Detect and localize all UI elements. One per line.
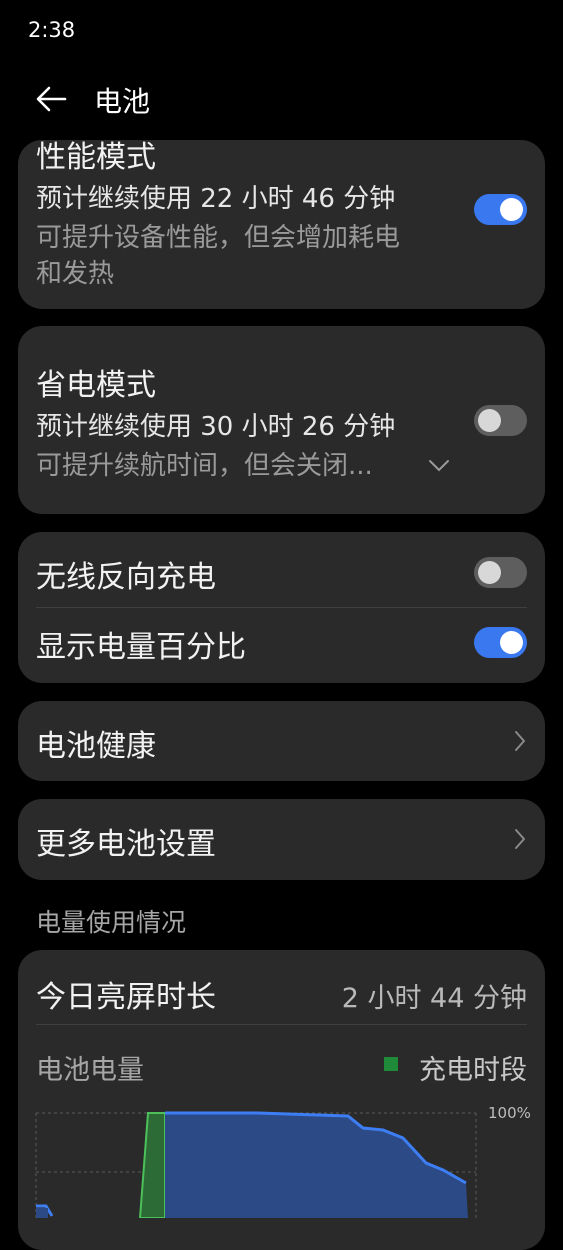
chevron-right-icon (515, 829, 525, 849)
performance-mode-card[interactable]: 性能模式 预计继续使用 22 小时 46 分钟 可提升设备性能，但会增加耗电 和… (18, 140, 545, 309)
header: 电池 (0, 72, 563, 128)
show-battery-percentage-toggle[interactable] (474, 627, 527, 658)
performance-mode-estimate: 预计继续使用 22 小时 46 分钟 (36, 184, 396, 214)
battery-level-area (165, 1113, 468, 1218)
power-saving-mode-card[interactable]: 省电模式 预计继续使用 30 小时 26 分钟 可提升续航时间，但会关闭... (18, 326, 545, 514)
toggle-list-card: 无线反向充电 显示电量百分比 (18, 532, 545, 683)
charging-legend-label: 充电时段 (419, 1055, 527, 1086)
divider (36, 1024, 527, 1025)
battery-health-item[interactable]: 电池健康 (18, 701, 545, 781)
performance-mode-description-1: 可提升设备性能，但会增加耗电 (36, 223, 401, 253)
back-arrow-icon[interactable] (34, 84, 68, 114)
performance-mode-description-2: 和发热 (36, 259, 115, 289)
power-saving-mode-title: 省电模式 (36, 368, 156, 403)
power-saving-mode-estimate: 预计继续使用 30 小时 26 分钟 (36, 412, 396, 442)
usage-card: 今日亮屏时长 2 小时 44 分钟 电池电量 充电时段 100% (18, 950, 545, 1250)
battery-level-chart (35, 1111, 477, 1218)
screen-on-time-label: 今日亮屏时长 (36, 980, 216, 1015)
usage-section-label: 电量使用情况 (36, 908, 187, 937)
page-title: 电池 (94, 85, 151, 118)
battery-level-chart-title: 电池电量 (36, 1055, 144, 1086)
screen-on-time-value: 2 小时 44 分钟 (341, 983, 527, 1014)
chevron-right-icon (515, 731, 525, 751)
charging-legend-swatch (384, 1057, 398, 1071)
show-battery-percentage-label: 显示电量百分比 (36, 630, 246, 665)
wireless-reverse-charging-toggle[interactable] (474, 557, 527, 588)
performance-mode-title: 性能模式 (36, 140, 156, 175)
battery-health-label: 电池健康 (36, 729, 156, 764)
charging-period-area (138, 1112, 166, 1218)
power-saving-mode-description: 可提升续航时间，但会关闭... (36, 451, 373, 481)
battery-level-area-start (36, 1208, 48, 1218)
more-battery-settings-item[interactable]: 更多电池设置 (18, 799, 545, 880)
divider (36, 607, 527, 608)
expand-chevron-icon[interactable] (428, 459, 450, 473)
status-time: 2:38 (28, 18, 76, 42)
performance-mode-toggle[interactable] (474, 194, 527, 225)
wireless-reverse-charging-label: 无线反向充电 (36, 560, 216, 595)
more-battery-settings-label: 更多电池设置 (36, 827, 216, 862)
power-saving-mode-toggle[interactable] (474, 405, 527, 436)
